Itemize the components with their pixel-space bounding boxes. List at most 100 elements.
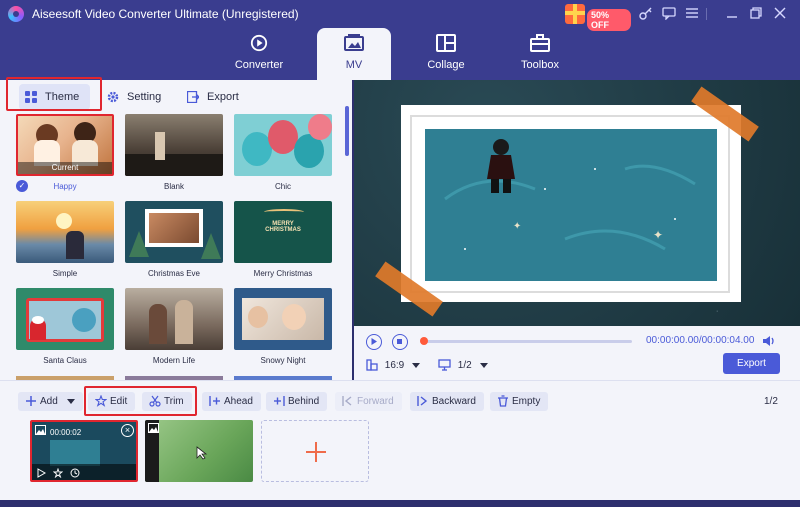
key-icon[interactable] xyxy=(638,6,654,22)
theme-merry-christmas[interactable]: MERRY CHRISTMAS Merry Christmas xyxy=(234,201,332,285)
edit-label: Edit xyxy=(110,396,128,407)
clip-item[interactable]: 00:00:02 × xyxy=(30,420,138,482)
empty-button[interactable]: Empty xyxy=(490,392,549,411)
move-behind-icon xyxy=(274,396,285,406)
clock-icon[interactable] xyxy=(70,468,80,478)
grid-icon xyxy=(25,91,37,103)
monitor-icon xyxy=(438,359,451,372)
theme-thumbnail: MERRY CHRISTMAS xyxy=(234,201,332,263)
plus-icon xyxy=(26,396,36,406)
page-count: 1/2 xyxy=(764,396,778,407)
add-clip-button[interactable] xyxy=(261,420,369,482)
theme-thumbnail xyxy=(16,201,114,263)
theme-thumbnail xyxy=(125,288,223,350)
tab-collage[interactable]: Collage xyxy=(409,28,483,80)
tab-setting-label: Setting xyxy=(127,91,162,103)
play-button[interactable] xyxy=(366,334,382,350)
play-icon[interactable] xyxy=(36,468,46,478)
theme-simple[interactable]: Simple xyxy=(16,201,114,285)
play-icon xyxy=(371,338,377,345)
progress-handle[interactable] xyxy=(420,337,428,345)
restore-icon[interactable] xyxy=(748,6,764,22)
image-icon xyxy=(148,423,159,433)
aspect-ratio-select[interactable]: 16:9 xyxy=(366,358,421,374)
theme-modern-life[interactable]: Modern Life xyxy=(125,288,223,372)
ahead-button[interactable]: Ahead xyxy=(202,392,261,411)
tab-collage-label: Collage xyxy=(427,59,465,71)
theme-thumbnail xyxy=(234,114,332,176)
clip-thumbnail-photo xyxy=(50,440,100,466)
image-icon xyxy=(35,425,46,435)
edit-button[interactable]: Edit xyxy=(88,392,136,411)
screen-split-value: 1/2 xyxy=(457,360,472,371)
backward-icon xyxy=(417,396,428,406)
theme-panel: Theme Setting Export Current ✓ Happy Bla… xyxy=(0,77,352,380)
app-logo-icon xyxy=(8,6,24,22)
watermark-mark: · xyxy=(716,308,719,315)
behind-label: Behind xyxy=(288,396,320,407)
close-icon[interactable]: × xyxy=(121,424,134,437)
bottom-border xyxy=(0,500,800,507)
chevron-down-icon xyxy=(412,362,421,368)
theme-snowy-night[interactable]: Snowy Night xyxy=(234,288,332,372)
chat-icon[interactable] xyxy=(661,6,677,22)
progress-bar[interactable] xyxy=(420,340,632,343)
trash-icon xyxy=(498,395,508,407)
cursor-icon xyxy=(196,446,208,460)
toolbox-icon xyxy=(530,34,550,52)
forward-icon xyxy=(342,396,352,406)
aspect-ratio-value: 16:9 xyxy=(384,360,405,371)
player-controls: 00:00:00.00/00:00:04.00 16:9 1/2 Export xyxy=(354,326,800,380)
trim-button[interactable]: Trim xyxy=(142,392,192,411)
theme-label: Santa Claus xyxy=(43,356,87,365)
export-button[interactable]: Export xyxy=(723,353,780,374)
clip-item[interactable] xyxy=(145,420,253,482)
trim-label: Trim xyxy=(164,396,184,407)
theme-label: Blank xyxy=(163,182,184,191)
add-button[interactable]: Add xyxy=(18,392,83,411)
theme-santa-claus[interactable]: Santa Claus xyxy=(16,288,114,372)
forward-button[interactable]: Forward xyxy=(335,392,402,411)
tab-theme-label: Theme xyxy=(45,91,80,103)
stop-button[interactable] xyxy=(392,334,408,350)
menu-icon[interactable] xyxy=(684,6,700,22)
backward-button[interactable]: Backward xyxy=(410,392,484,411)
theme-label: Christmas Eve xyxy=(147,269,200,278)
theme-scrollbar[interactable] xyxy=(345,106,349,156)
tab-converter-label: Converter xyxy=(234,59,284,71)
tab-converter[interactable]: Converter xyxy=(222,28,296,80)
close-icon[interactable] xyxy=(772,6,788,22)
add-label: Add xyxy=(40,396,58,407)
theme-christmas-eve[interactable]: Christmas Eve xyxy=(125,201,223,285)
tab-export[interactable]: Export xyxy=(181,84,245,110)
theme-label: Happy xyxy=(53,182,77,191)
minimize-icon[interactable] xyxy=(724,6,740,22)
tab-theme[interactable]: Theme xyxy=(19,84,90,110)
theme-blank[interactable]: Blank xyxy=(125,114,223,198)
theme-thumbnail xyxy=(16,288,114,350)
plus-icon xyxy=(306,442,326,462)
gift-icon[interactable] xyxy=(565,4,585,24)
aspect-icon xyxy=(366,359,378,372)
theme-thumbnail xyxy=(125,201,223,263)
tab-toolbox[interactable]: Toolbox xyxy=(503,28,577,80)
magic-wand-icon[interactable] xyxy=(53,468,63,478)
theme-overlay-text: MERRY CHRISTMAS xyxy=(265,221,301,233)
screen-split-select[interactable]: 1/2 xyxy=(438,358,488,374)
theme-label: Snowy Night xyxy=(260,356,306,365)
theme-chic[interactable]: Chic xyxy=(234,114,332,198)
theme-happy[interactable]: Current ✓ Happy xyxy=(16,114,114,198)
clip-duration: 00:00:02 xyxy=(50,428,82,437)
theme-thumbnail xyxy=(234,288,332,350)
tab-mv-label: MV xyxy=(345,59,363,71)
promo-badge[interactable]: 50% OFF xyxy=(587,9,631,31)
tab-setting[interactable]: Setting xyxy=(101,84,165,110)
svg-text:✦: ✦ xyxy=(653,228,663,242)
mv-icon xyxy=(344,34,364,51)
behind-button[interactable]: Behind xyxy=(266,392,328,411)
volume-icon[interactable] xyxy=(762,334,776,348)
divider xyxy=(706,8,707,20)
promo-offer[interactable]: 50% OFF xyxy=(565,4,631,31)
preview-panel: ✦ ✦ · 00:00:00.00/00:00:04.00 16:9 1/2 E… xyxy=(354,80,800,380)
tab-mv[interactable]: MV xyxy=(317,28,391,80)
